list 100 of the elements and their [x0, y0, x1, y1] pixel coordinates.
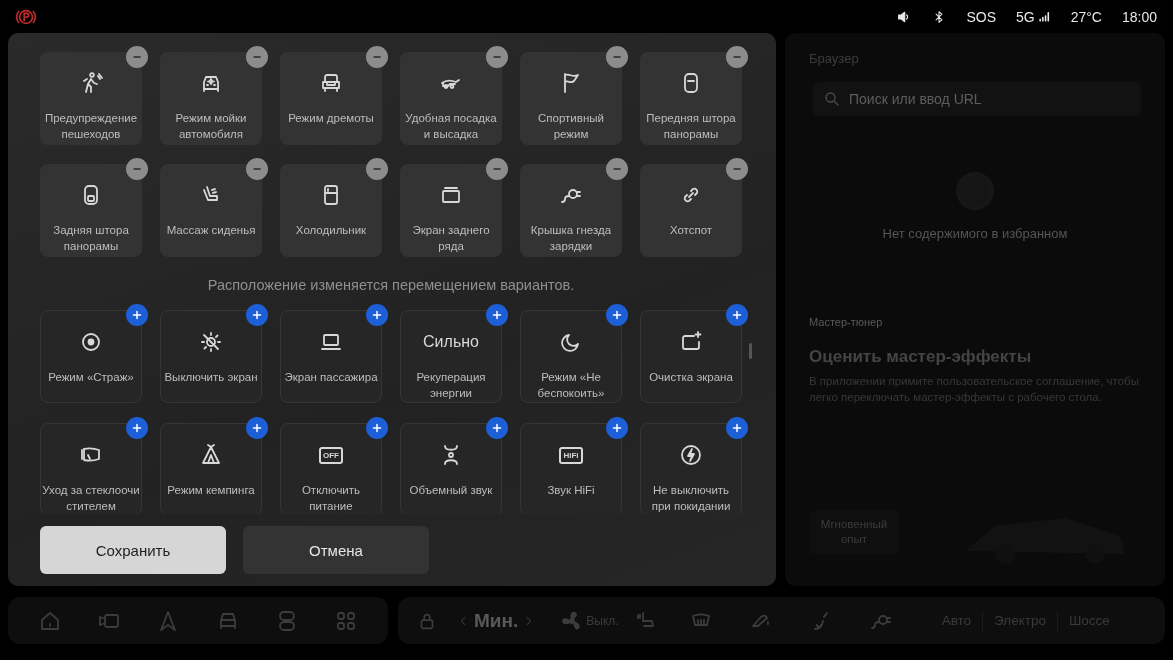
remove-button[interactable]: [486, 46, 508, 68]
shortcut-tile[interactable]: Режим мойки автомобиля: [160, 52, 262, 145]
sun-off-icon: [199, 330, 223, 354]
tile-label: Крышка гнезда зарядки: [529, 223, 613, 254]
add-button[interactable]: [366, 304, 388, 326]
tile-label: Предупреждение пешеходов: [43, 111, 139, 142]
plus-icon: [371, 422, 383, 434]
hint-text: Расположение изменяется перемещением вариантов.: [206, 277, 576, 294]
shortcut-tile[interactable]: OFF Отключить питание: [280, 423, 382, 514]
tent-icon: [199, 443, 223, 467]
shortcut-tile[interactable]: Спортивный режим: [520, 52, 622, 145]
shortcut-tile[interactable]: Холодильник: [280, 164, 382, 257]
icon-tag: OFF: [319, 446, 343, 464]
tile-label: Холодильник: [294, 223, 368, 238]
shortcut-tile[interactable]: Крышка гнезда зарядки: [520, 164, 622, 257]
tile-label: Режим «Страж»: [47, 370, 135, 385]
tile-label: Объемный звук: [408, 483, 494, 498]
tile-label: Задняя штора панорамы: [52, 223, 130, 254]
add-button[interactable]: [606, 304, 628, 326]
shortcut-tile[interactable]: Режим «Страж»: [40, 310, 142, 403]
remove-button[interactable]: [246, 46, 268, 68]
tile-label: Отключить питание: [300, 483, 362, 514]
tile-label: Режим кемпинга: [166, 483, 256, 498]
lightning-icon: [679, 443, 703, 467]
card-heading: Оценить мастер-эффекты: [809, 347, 1033, 367]
shortcut-tile[interactable]: Задняя штора панорамы: [40, 164, 142, 257]
plus-icon: [251, 309, 263, 321]
tile-value: Сильно: [423, 333, 479, 351]
remove-button[interactable]: [246, 158, 268, 180]
temperature-label: 27°C: [1070, 8, 1102, 25]
remove-button[interactable]: [126, 46, 148, 68]
clock: 18:00: [1121, 8, 1157, 25]
shortcut-tile[interactable]: Предупреждение пешеходов: [40, 52, 142, 145]
tile-label: Передняя штора панорамы: [645, 111, 737, 142]
add-button[interactable]: [486, 304, 508, 326]
remove-button[interactable]: [366, 158, 388, 180]
icon-tag: HiFi: [559, 446, 583, 464]
shortcut-tile[interactable]: Уход за стеклоочи стителем: [40, 423, 142, 514]
plus-icon: [611, 422, 623, 434]
remove-button[interactable]: [366, 46, 388, 68]
search-icon: [823, 90, 841, 108]
shortcut-tile[interactable]: HiFi Звук HiFi: [520, 423, 622, 514]
tile-label: Режим «Не беспокоить»: [536, 370, 606, 401]
empty-message: Нет содержимого в избранном: [882, 226, 1068, 241]
tile-label: Не выключить при покидании: [650, 483, 732, 514]
shortcut-tile[interactable]: Хотспот: [640, 164, 742, 257]
sos-label: SOS: [966, 8, 996, 25]
add-button[interactable]: [606, 417, 628, 439]
shortcut-tile[interactable]: Сильно Рекуперация энергии: [400, 310, 502, 403]
plus-icon: [131, 422, 143, 434]
tile-label: Экран пассажира: [283, 370, 379, 385]
section-label: Мастер-тюнер: [809, 316, 884, 328]
tile-label: Выключить экран: [163, 370, 259, 385]
shortcut-tile[interactable]: Выключить экран: [160, 310, 262, 403]
remove-button[interactable]: [486, 158, 508, 180]
add-button[interactable]: [726, 417, 748, 439]
add-button[interactable]: [486, 417, 508, 439]
tile-label: Звук HiFi: [546, 483, 596, 498]
remove-button[interactable]: [606, 46, 628, 68]
tile-label: Режим мойки автомобиля: [174, 111, 248, 142]
shortcut-tile[interactable]: Очистка экрана: [640, 310, 742, 403]
tile-label: Режим дремоты: [287, 111, 375, 126]
tile-label: Рекуперация энергии: [415, 370, 487, 401]
shortcut-tile[interactable]: Режим кемпинга: [160, 423, 262, 514]
shortcut-tile[interactable]: Массаж сиденья: [160, 164, 262, 257]
cancel-button[interactable]: Отмена: [243, 526, 429, 574]
shortcut-tile[interactable]: Объемный звук: [400, 423, 502, 514]
shortcut-tile[interactable]: Экран заднего ряда: [400, 164, 502, 257]
shortcut-tile[interactable]: Экран пассажира: [280, 310, 382, 403]
shortcut-tile[interactable]: Удобная посадка и высадка: [400, 52, 502, 145]
save-button[interactable]: Сохранить: [40, 526, 226, 574]
plus-icon: [491, 309, 503, 321]
tile-label: Экран заднего ряда: [411, 223, 491, 254]
plus-icon: [731, 422, 743, 434]
tile-label: Массаж сиденья: [165, 223, 257, 238]
tile-label: Хотспот: [668, 223, 714, 238]
shortcut-tile[interactable]: Режим дремоты: [280, 52, 382, 145]
remove-button[interactable]: [726, 46, 748, 68]
plus-icon: [491, 422, 503, 434]
plus-icon: [131, 309, 143, 321]
add-button[interactable]: [126, 417, 148, 439]
plus-icon: [731, 309, 743, 321]
add-button[interactable]: [246, 417, 268, 439]
signal-icon: [1037, 10, 1051, 23]
plus-icon: [251, 422, 263, 434]
shortcut-tile[interactable]: Режим «Не беспокоить»: [520, 310, 622, 403]
remove-button[interactable]: [726, 158, 748, 180]
shortcut-tile[interactable]: Не выключить при покидании: [640, 423, 742, 514]
tile-label: Спортивный режим: [537, 111, 605, 142]
add-button[interactable]: [126, 304, 148, 326]
add-button[interactable]: [366, 417, 388, 439]
remove-button[interactable]: [606, 158, 628, 180]
tile-label: Очистка экрана: [648, 370, 734, 385]
add-button[interactable]: [246, 304, 268, 326]
add-button[interactable]: [726, 304, 748, 326]
search-field[interactable]: Поиск или ввод URL: [813, 82, 1141, 116]
remove-button[interactable]: [126, 158, 148, 180]
shortcut-tile[interactable]: Передняя штора панорамы: [640, 52, 742, 145]
tile-label: Уход за стеклоочи стителем: [41, 483, 141, 514]
plus-icon: [611, 309, 623, 321]
